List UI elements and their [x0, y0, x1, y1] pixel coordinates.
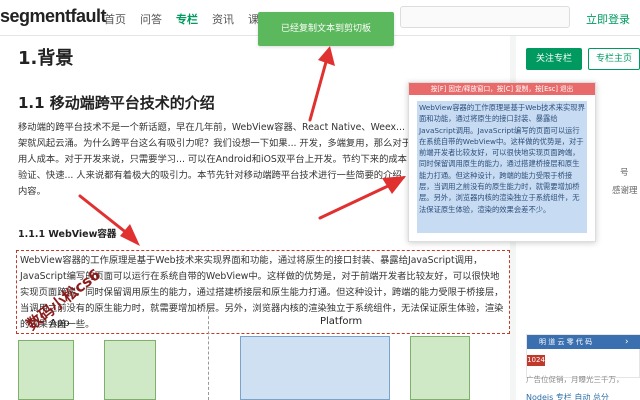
subsubsection-heading: 1.1.1 WebView容器: [18, 229, 117, 240]
copy-panel[interactable]: 按[F] 固定/释放窗口，按[C] 复制，按[Esc] 退出 WebView容器…: [408, 82, 596, 242]
sidebar-link[interactable]: Nodejs 专栏 自动 总分: [526, 392, 609, 400]
ad-banner[interactable]: 明 道 云 零 代 码 › 1024: [526, 334, 640, 378]
sidebar-text-fragment: 感谢理: [612, 186, 638, 196]
diagram-app-box: [18, 340, 74, 400]
nav-link-home[interactable]: 首页: [104, 11, 140, 27]
search-input[interactable]: [400, 6, 570, 28]
nav-link-qa[interactable]: 问答: [140, 11, 176, 27]
copy-panel-header: 按[F] 固定/释放窗口，按[C] 复制，按[Esc] 退出: [409, 83, 595, 95]
subsection-heading: 1.1 移动端跨平台技术的介绍: [18, 94, 215, 112]
ad-title: 明 道 云 零 代 码: [527, 335, 640, 349]
diagram-app-box: [104, 340, 156, 400]
diagram-platform-label: Platform: [320, 316, 363, 327]
nav-link-news[interactable]: 资讯: [212, 11, 248, 27]
nav-links: 首页 问答 专栏 资讯 课: [104, 11, 284, 27]
nav-link-column[interactable]: 专栏: [176, 11, 212, 27]
login-link[interactable]: 立即登录: [586, 11, 630, 27]
section-heading: 1.背景: [18, 48, 74, 69]
copy-panel-text[interactable]: WebView容器的工作原理是基于Web技术来实现界面和功能，通过将原生的接口封…: [417, 101, 587, 233]
site-logo[interactable]: segmentfault: [0, 6, 107, 27]
diagram-divider: [208, 306, 209, 400]
sidebar-text-fragment: 号: [620, 168, 629, 178]
follow-column-button[interactable]: 关注专栏: [526, 48, 582, 70]
copy-toast: 已经复制文本到剪切板: [258, 12, 394, 46]
page: segmentfault 首页 问答 专栏 资讯 课 立即登录 1.背景 1.1…: [0, 0, 640, 400]
diagram-platform-box: [240, 336, 390, 400]
chevron-right-icon: ›: [625, 337, 629, 347]
column-home-button[interactable]: 专栏主页: [588, 48, 640, 70]
ad-badge: 1024: [527, 355, 545, 366]
architecture-diagram: App Platform: [18, 306, 498, 400]
diagram-platform-box: [410, 336, 470, 400]
ad-caption: 广告位促销，月曝光三千万，: [526, 375, 624, 384]
